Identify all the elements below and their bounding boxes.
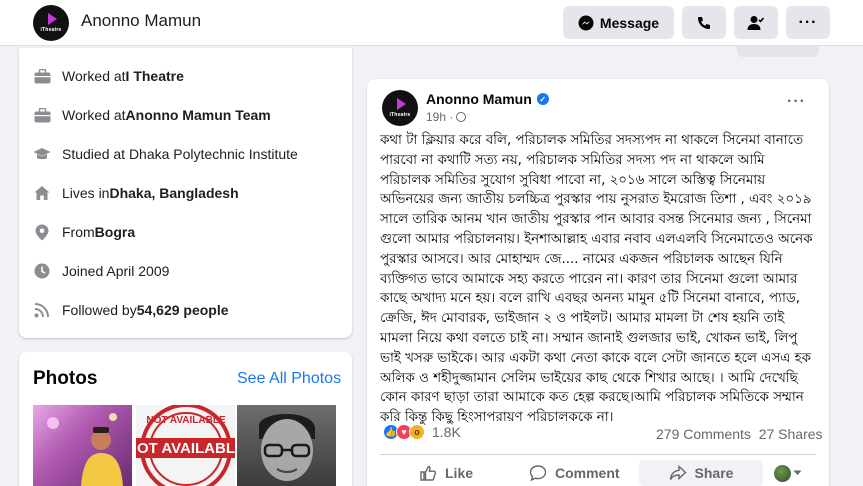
photo-thumbnail[interactable] <box>237 405 336 486</box>
intro-prefix: Worked at <box>62 107 126 123</box>
comment-button-label: Comment <box>555 465 620 481</box>
photos-card: Photos See All Photos NOT AVAILABLE OT A… <box>19 352 352 486</box>
post-card: iTheatre Anonno Mamun ✓ 19h · ··· কথা টা… <box>367 79 829 486</box>
intro-item-education: Studied at Dhaka Polytechnic Institute <box>33 142 298 166</box>
post-time-text: 19h · <box>426 110 454 124</box>
friend-status-button[interactable] <box>734 6 778 39</box>
graduation-cap-icon <box>33 145 51 163</box>
intro-prefix: Lives in <box>62 185 110 201</box>
intro-link-hometown[interactable]: Bogra <box>95 224 135 240</box>
not-available-stamp-image: NOT AVAILABLE OT AVAILABL <box>136 405 235 486</box>
photo-thumbnail[interactable] <box>33 405 132 486</box>
home-icon <box>33 184 51 202</box>
phone-icon <box>698 16 710 29</box>
thumbs-up-icon <box>420 465 437 481</box>
profile-name[interactable]: Anonno Mamun <box>81 11 201 31</box>
intro-education-text[interactable]: Studied at Dhaka Polytechnic Institute <box>62 146 298 162</box>
shares-count-link[interactable]: 27 Shares <box>759 426 823 442</box>
intro-prefix: Followed by <box>62 302 137 318</box>
intro-item-lives: Lives in Dhaka, Bangladesh <box>33 181 239 205</box>
briefcase-icon <box>33 67 51 85</box>
location-pin-icon <box>33 223 51 241</box>
chevron-down-icon <box>793 470 802 475</box>
photo-person-yellow <box>47 413 123 486</box>
comments-count-link[interactable]: 279 Comments <box>656 426 751 442</box>
profile-avatar[interactable]: iTheatre <box>33 5 69 41</box>
intro-item-work-1: Worked at I Theatre <box>33 64 184 88</box>
photo-thumbnail[interactable]: NOT AVAILABLE OT AVAILABL <box>136 405 235 486</box>
post-stats: 279 Comments 27 Shares <box>656 426 823 442</box>
comment-button[interactable]: Comment <box>529 460 620 486</box>
more-options-button[interactable]: ··· <box>786 6 830 39</box>
intro-item-joined: Joined April 2009 <box>33 259 169 283</box>
message-button-label: Message <box>599 14 660 31</box>
actions-divider <box>380 454 816 455</box>
user-check-icon <box>747 15 765 30</box>
intro-item-work-2: Worked at Anonno Mamun Team <box>33 103 271 127</box>
previous-card-edge <box>737 46 819 57</box>
post-more-options-icon[interactable]: ··· <box>787 93 806 111</box>
intro-joined-text: Joined April 2009 <box>62 263 170 279</box>
stamp-top-text: NOT AVAILABLE <box>146 415 226 426</box>
message-button[interactable]: Message <box>563 6 674 39</box>
reactions-summary[interactable]: 👍 ♥ o 1.8K <box>383 424 461 440</box>
post-timestamp[interactable]: 19h · <box>426 110 467 124</box>
reaction-count: 1.8K <box>432 424 461 440</box>
post-author: Anonno Mamun ✓ <box>426 91 549 107</box>
intro-link-workplace[interactable]: I Theatre <box>126 68 184 84</box>
intro-item-followers: Followed by 54,629 people <box>33 298 229 322</box>
clock-icon <box>33 262 51 280</box>
share-arrow-icon <box>669 464 687 481</box>
viewer-avatar <box>774 464 791 482</box>
logo-text: iTheatre <box>40 27 62 33</box>
stamp-main-text: OT AVAILABL <box>137 440 235 457</box>
intro-link-city[interactable]: Dhaka, Bangladesh <box>109 185 238 201</box>
intro-prefix: Worked at <box>62 68 126 84</box>
logo-text: iTheatre <box>389 112 411 118</box>
wow-reaction-icon: o <box>409 424 425 440</box>
messenger-icon <box>578 15 594 30</box>
more-dots-icon: ··· <box>798 13 818 31</box>
profile-header-bar: iTheatre Anonno Mamun Message ··· <box>0 0 863 46</box>
share-button[interactable]: Share <box>639 460 763 486</box>
see-all-photos-link[interactable]: See All Photos <box>237 370 341 388</box>
post-body-text: কথা টা ক্লিয়ার করে বলি, পরিচালক সমিতির … <box>380 133 813 426</box>
photo-person-glasses <box>259 414 315 481</box>
play-logo-icon <box>47 13 57 25</box>
post-author-avatar[interactable]: iTheatre <box>382 90 418 126</box>
photos-title: Photos <box>33 368 98 389</box>
post-author-name[interactable]: Anonno Mamun <box>426 91 532 107</box>
rss-icon <box>33 301 51 319</box>
play-logo-icon <box>396 98 406 110</box>
post-as-selector[interactable] <box>774 464 804 482</box>
intro-link-workplace[interactable]: Anonno Mamun Team <box>126 107 271 123</box>
like-button-label: Like <box>445 465 474 481</box>
call-button[interactable] <box>682 6 726 39</box>
verified-badge-icon: ✓ <box>536 93 549 105</box>
intro-item-from: From Bogra <box>33 220 135 244</box>
intro-prefix: From <box>62 224 95 240</box>
intro-card: Worked at I Theatre Worked at Anonno Mam… <box>19 48 352 338</box>
comment-bubble-icon <box>529 465 547 482</box>
globe-icon <box>456 112 467 122</box>
intro-link-followers[interactable]: 54,629 people <box>137 302 229 318</box>
share-button-label: Share <box>694 465 734 481</box>
briefcase-icon <box>33 106 51 124</box>
like-button[interactable]: Like <box>419 460 473 486</box>
